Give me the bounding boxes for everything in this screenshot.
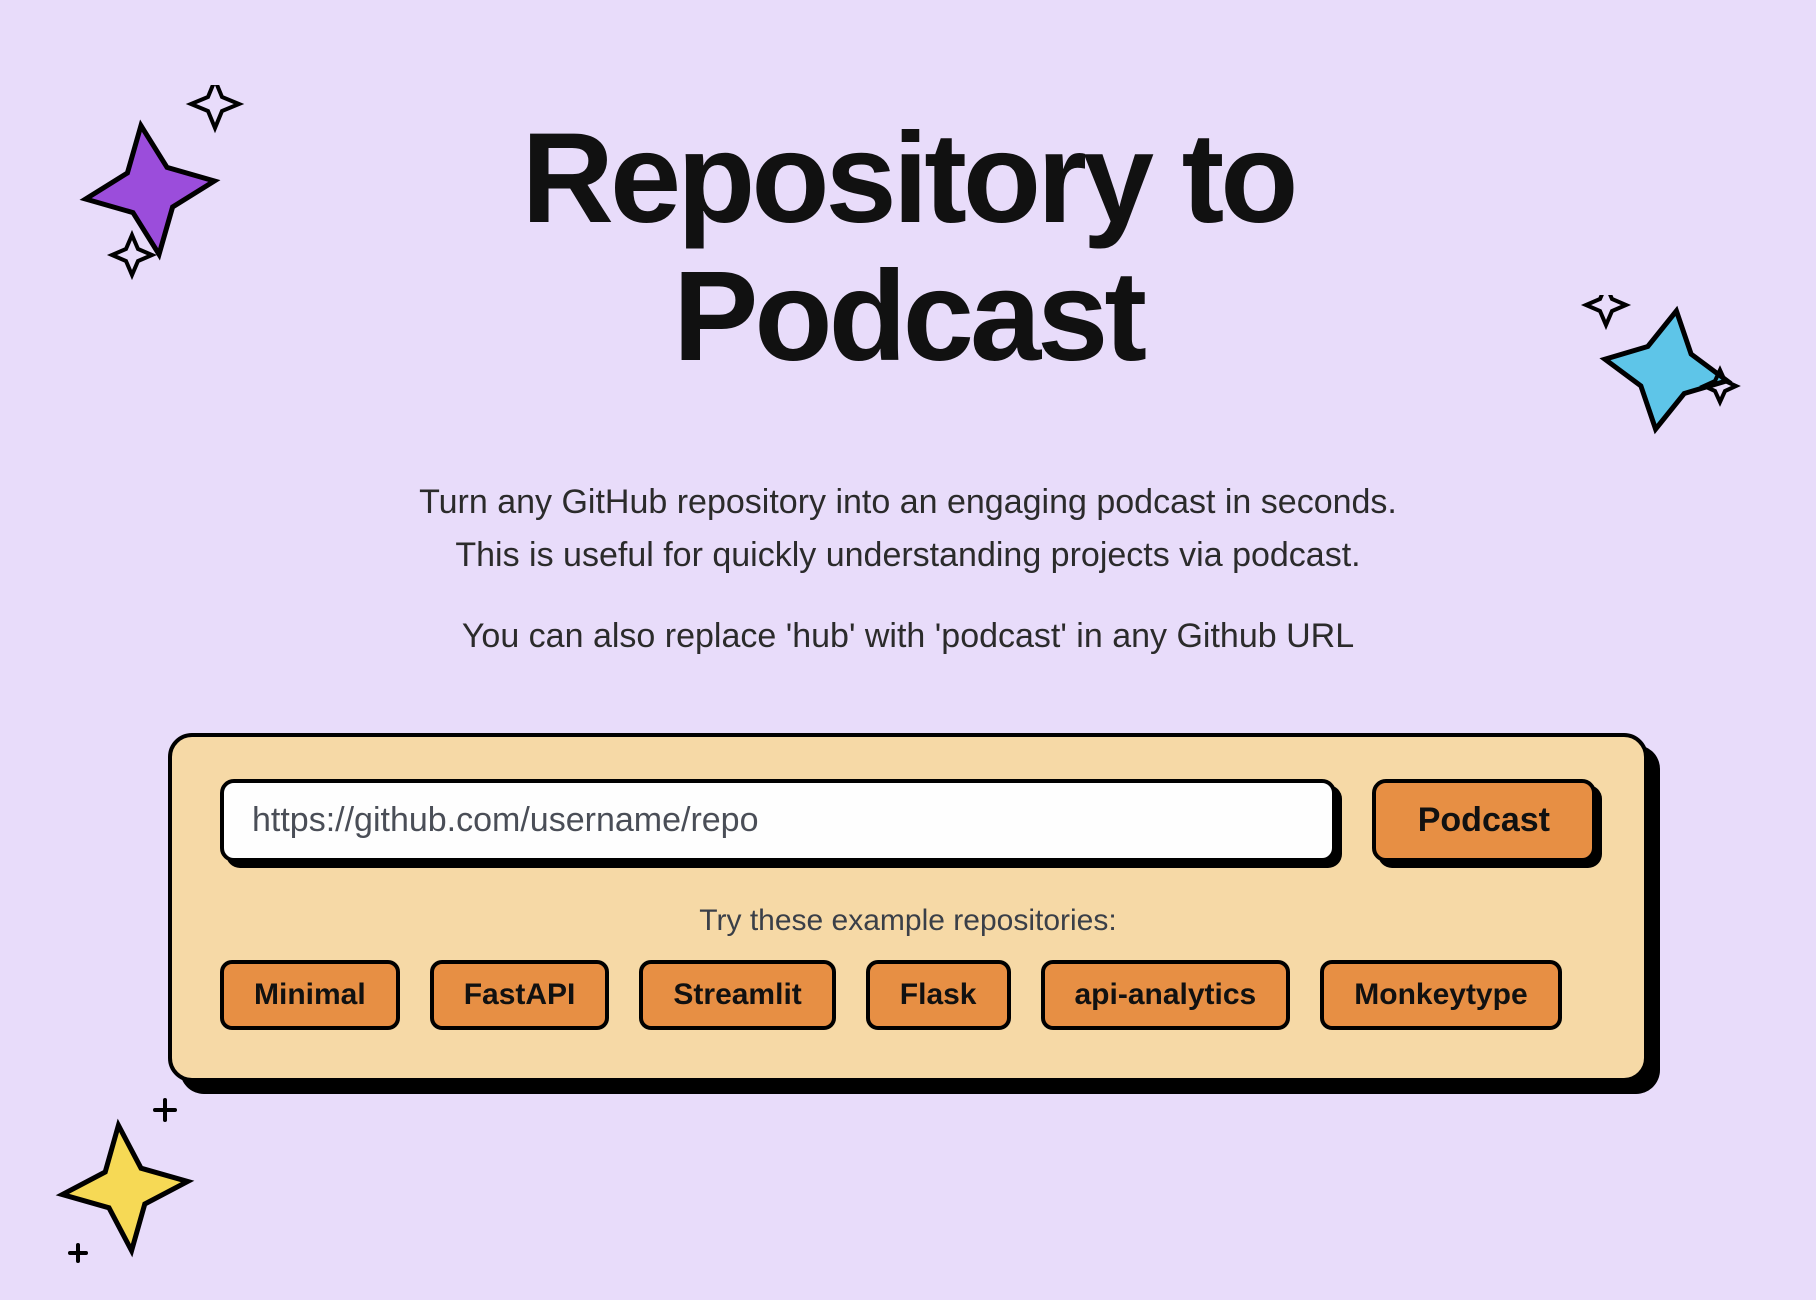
example-button-minimal[interactable]: Minimal xyxy=(220,960,400,1030)
subtitle-line: This is useful for quickly understanding… xyxy=(0,529,1816,582)
sparkle-icon xyxy=(40,1090,220,1270)
page-title: Repository to Podcast xyxy=(308,110,1508,386)
subtitle-line: You can also replace 'hub' with 'podcast… xyxy=(0,610,1816,663)
examples-label: Try these example repositories: xyxy=(220,904,1596,938)
podcast-button[interactable]: Podcast xyxy=(1372,779,1596,862)
example-button-fastapi[interactable]: FastAPI xyxy=(430,960,610,1030)
repo-url-input[interactable] xyxy=(220,779,1336,862)
example-button-streamlit[interactable]: Streamlit xyxy=(639,960,835,1030)
example-button-flask[interactable]: Flask xyxy=(866,960,1011,1030)
subtitle-line: Turn any GitHub repository into an engag… xyxy=(0,476,1816,529)
example-button-api-analytics[interactable]: api-analytics xyxy=(1041,960,1291,1030)
examples-row: Minimal FastAPI Streamlit Flask api-anal… xyxy=(220,960,1596,1030)
page-subtitle: Turn any GitHub repository into an engag… xyxy=(0,476,1816,662)
example-button-monkeytype[interactable]: Monkeytype xyxy=(1320,960,1561,1030)
input-card: Podcast Try these example repositories: … xyxy=(168,733,1648,1082)
